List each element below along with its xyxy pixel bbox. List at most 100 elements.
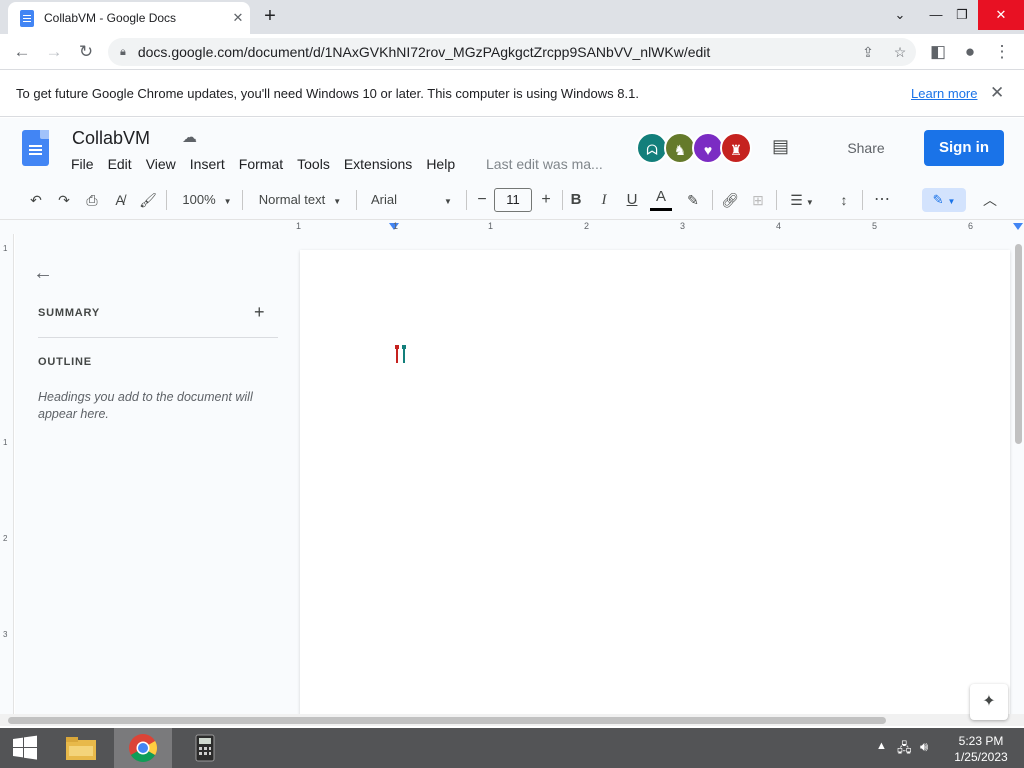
- text-color-button[interactable]: A: [650, 185, 672, 209]
- profile-icon[interactable]: ●: [958, 40, 982, 64]
- browser-tab[interactable]: CollabVM - Google Docs ✕: [8, 2, 250, 34]
- restore-button[interactable]: ❐: [944, 0, 980, 30]
- toolbar-divider: [776, 190, 777, 210]
- scrollbar-thumb[interactable]: [8, 717, 886, 724]
- docs-menubar: File Edit View Insert Format Tools Exten…: [71, 156, 469, 172]
- ruler-label: 1: [3, 244, 8, 253]
- menu-help[interactable]: Help: [426, 156, 455, 172]
- start-button[interactable]: [0, 728, 50, 768]
- document-title[interactable]: CollabVM: [72, 128, 150, 149]
- learn-more-link[interactable]: Learn more: [911, 86, 977, 101]
- ruler-label: 1: [3, 438, 8, 447]
- last-edit-link[interactable]: Last edit was ma...: [486, 156, 603, 172]
- line-spacing-icon[interactable]: ↕: [832, 188, 856, 212]
- scrollbar-thumb[interactable]: [1015, 244, 1022, 444]
- toolbar-divider: [242, 190, 243, 210]
- bookmark-star-icon[interactable]: ☆: [884, 44, 916, 61]
- font-value: Arial: [371, 192, 398, 207]
- menu-tools[interactable]: Tools: [297, 156, 330, 172]
- add-summary-icon[interactable]: +: [254, 302, 265, 323]
- toolbar-divider: [862, 190, 863, 210]
- docs-header: CollabVM ☁︎ File Edit View Insert Format…: [0, 118, 1024, 180]
- paint-format-icon[interactable]: 🖌︎: [136, 188, 160, 212]
- vertical-scrollbar[interactable]: [1014, 234, 1024, 714]
- cloud-status-icon[interactable]: ☁︎: [182, 128, 197, 146]
- font-size-input[interactable]: 11: [494, 188, 532, 212]
- insert-link-icon[interactable]: 🔗︎: [718, 188, 742, 212]
- explore-sparkle-icon[interactable]: ✦: [970, 684, 1008, 720]
- tab-close-icon[interactable]: ✕: [226, 10, 250, 26]
- url-text[interactable]: docs.google.com/document/d/1NAxGVKhNI72r…: [138, 44, 852, 60]
- update-infobar: To get future Google Chrome updates, you…: [0, 71, 1024, 117]
- add-comment-icon[interactable]: ⊞: [746, 188, 770, 212]
- avatar-monster-icon[interactable]: ♜: [720, 132, 752, 164]
- tab-search-chevron-icon[interactable]: ⌄: [882, 0, 918, 30]
- sign-in-button[interactable]: Sign in: [924, 130, 1004, 166]
- ruler-label: 2: [584, 221, 590, 231]
- document-page[interactable]: [300, 250, 1010, 720]
- address-bar[interactable]: 🔒︎ docs.google.com/document/d/1NAxGVKhNI…: [108, 38, 916, 66]
- volume-icon[interactable]: 🔊︎: [920, 739, 928, 755]
- network-icon[interactable]: 🖧︎: [897, 739, 912, 761]
- window-close-button[interactable]: ✕: [978, 0, 1024, 30]
- zoom-select[interactable]: 100% ▼: [178, 188, 236, 212]
- collapse-menus-chevron-up-icon[interactable]: ︿: [978, 188, 1002, 212]
- toolbar-divider: [356, 190, 357, 210]
- align-select-icon[interactable]: ☰ ▼: [786, 188, 818, 212]
- horizontal-scrollbar[interactable]: [0, 714, 1024, 726]
- taskbar-chrome[interactable]: [114, 728, 172, 768]
- paragraph-style-select[interactable]: Normal text ▼: [252, 188, 348, 212]
- highlight-icon[interactable]: ✎: [682, 188, 704, 212]
- reload-icon[interactable]: ↻: [74, 40, 98, 64]
- close-outline-arrow-icon[interactable]: ←: [33, 262, 53, 285]
- menu-edit[interactable]: Edit: [108, 156, 132, 172]
- share-page-icon[interactable]: ⇪: [852, 44, 884, 61]
- increase-font-size-button[interactable]: +: [536, 188, 556, 212]
- docs-logo-icon[interactable]: [22, 130, 49, 166]
- taskbar-file-explorer[interactable]: [52, 728, 110, 768]
- editing-mode-select[interactable]: ✎ ▼: [922, 188, 966, 212]
- dropdown-arrow-icon: ▼: [223, 197, 232, 206]
- horizontal-ruler[interactable]: 1 1 1 2 3 4 5 6: [0, 220, 1024, 234]
- ruler-label: 3: [680, 221, 686, 231]
- menu-extensions[interactable]: Extensions: [344, 156, 412, 172]
- redo-icon[interactable]: ↷: [52, 188, 76, 212]
- text-color-indicator: [650, 208, 672, 211]
- dropdown-arrow-icon: ▼: [444, 197, 452, 206]
- menu-file[interactable]: File: [71, 156, 94, 172]
- more-options-icon[interactable]: ⋯: [870, 188, 894, 212]
- windows-taskbar: ▲ 🖧︎ 🔊︎ 5:23 PM 1/25/2023: [0, 728, 1024, 768]
- chrome-menu-icon[interactable]: ⋮: [990, 40, 1014, 64]
- lock-icon[interactable]: 🔒︎: [120, 46, 126, 59]
- side-panel-icon[interactable]: ◧: [926, 40, 950, 64]
- right-indent-marker-icon[interactable]: [1013, 223, 1023, 230]
- tab-title: CollabVM - Google Docs: [44, 11, 177, 25]
- infobar-close-icon[interactable]: ✕: [990, 83, 1004, 103]
- forward-arrow-icon[interactable]: →: [42, 40, 66, 64]
- show-hidden-icons-chevron-icon[interactable]: ▲: [876, 740, 887, 752]
- taskbar-calculator[interactable]: [176, 728, 234, 768]
- back-arrow-icon[interactable]: ←: [10, 40, 34, 64]
- menu-insert[interactable]: Insert: [190, 156, 225, 172]
- undo-icon[interactable]: ↶: [24, 188, 48, 212]
- spellcheck-icon[interactable]: A̸: [108, 188, 132, 212]
- share-button[interactable]: Share: [818, 130, 914, 166]
- chrome-logo-icon: [129, 734, 157, 762]
- new-tab-button[interactable]: +: [258, 4, 282, 28]
- ruler-label: 5: [872, 221, 878, 231]
- bold-button[interactable]: B: [566, 188, 586, 212]
- vertical-ruler[interactable]: 1 1 2 3: [0, 234, 14, 714]
- browser-toolbar: ← → ↻ 🔒︎ docs.google.com/document/d/1NAx…: [0, 34, 1024, 70]
- menu-view[interactable]: View: [146, 156, 176, 172]
- print-icon[interactable]: ⎙: [80, 188, 104, 212]
- italic-button[interactable]: I: [594, 188, 614, 212]
- ruler-label: 1: [393, 221, 399, 231]
- comments-icon[interactable]: ▤: [772, 136, 789, 157]
- menu-format[interactable]: Format: [239, 156, 283, 172]
- decrease-font-size-button[interactable]: −: [472, 188, 492, 212]
- font-select[interactable]: Arial ▼: [364, 188, 462, 212]
- clock-time: 5:23 PM: [958, 734, 1004, 748]
- underline-button[interactable]: U: [622, 188, 642, 212]
- collaborator-cursor-icon: [395, 345, 406, 363]
- taskbar-clock[interactable]: 5:23 PM 1/25/2023: [948, 733, 1014, 765]
